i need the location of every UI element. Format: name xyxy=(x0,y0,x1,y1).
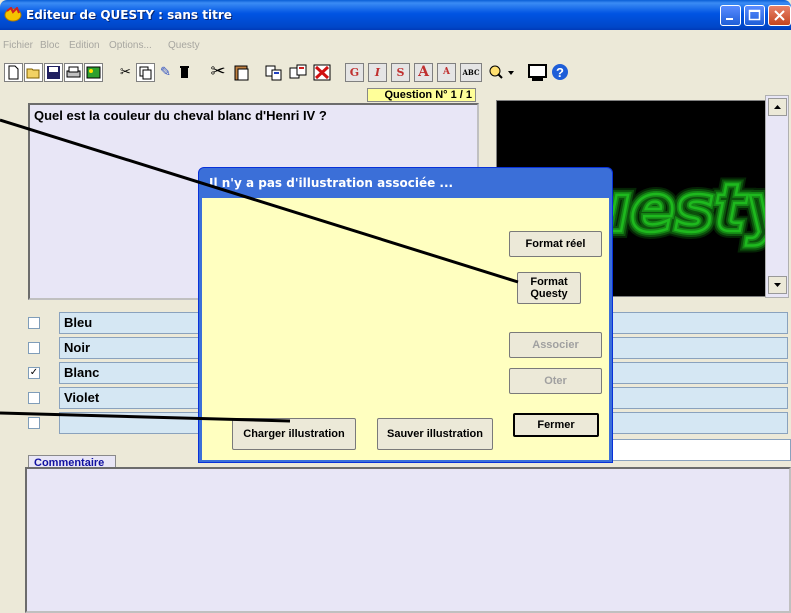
edit-button[interactable]: ✎ xyxy=(156,63,175,82)
minimize-button[interactable] xyxy=(720,5,741,26)
delete-button[interactable] xyxy=(176,63,195,82)
open-folder-icon xyxy=(26,68,40,79)
clipboard-icon xyxy=(234,65,249,81)
svg-text:?: ? xyxy=(556,65,564,80)
magnifier-icon xyxy=(489,65,514,79)
spellcheck-button[interactable]: ABC xyxy=(460,63,482,82)
open-button[interactable] xyxy=(24,63,43,82)
answer-field-extra[interactable] xyxy=(612,439,791,461)
menu-bar: Fichier Bloc Edition Options... Questy xyxy=(0,30,791,56)
new-button[interactable] xyxy=(4,63,23,82)
question-text: Quel est la couleur du cheval blanc d'He… xyxy=(34,108,327,123)
monitor-icon xyxy=(528,64,547,81)
close-button[interactable] xyxy=(768,5,791,26)
illustration-scrollbar[interactable] xyxy=(765,95,789,298)
copy-bloc-button[interactable] xyxy=(264,63,286,82)
trash-icon xyxy=(180,66,189,78)
cut-small-button[interactable]: ✂ xyxy=(116,63,135,82)
remove-bloc-button[interactable] xyxy=(312,63,334,82)
underline-button[interactable]: S xyxy=(391,63,410,82)
paste-button[interactable] xyxy=(232,63,254,82)
scroll-down-button[interactable] xyxy=(768,276,787,294)
red-x-icon xyxy=(313,64,331,81)
checkmark-icon: ✓ xyxy=(29,367,39,378)
maximize-icon xyxy=(748,9,761,21)
copy-pages-icon xyxy=(265,65,282,81)
italic-button[interactable]: I xyxy=(368,63,387,82)
dialog-body: Format réel Format Questy Associer Oter … xyxy=(202,198,609,460)
toolbar: ✂ ✎ ✂ G I S A A ABC ? xyxy=(0,56,791,88)
search-button[interactable] xyxy=(486,63,516,82)
questy-app-icon xyxy=(4,7,22,22)
paste-bloc-button[interactable] xyxy=(288,63,310,82)
close-icon xyxy=(774,10,785,21)
sauver-illustration-button[interactable]: Sauver illustration xyxy=(377,418,493,450)
printer-icon xyxy=(66,66,81,78)
cut-button[interactable]: ✂ xyxy=(206,61,230,82)
copy-icon xyxy=(139,66,152,80)
print-button[interactable] xyxy=(64,63,83,82)
charger-illustration-button[interactable]: Charger illustration xyxy=(232,418,356,450)
fermer-button[interactable]: Fermer xyxy=(513,413,599,437)
answer-checkbox[interactable] xyxy=(28,392,40,404)
comment-area[interactable] xyxy=(25,467,791,613)
format-questy-button[interactable]: Format Questy xyxy=(517,272,581,304)
illustration-dialog: Il n'y a pas d'illustration associée ...… xyxy=(198,167,613,463)
associer-button[interactable]: Associer xyxy=(509,332,602,358)
menu-bloc[interactable]: Bloc xyxy=(40,40,59,51)
picture-icon xyxy=(86,66,101,79)
font-larger-button[interactable]: A xyxy=(414,63,433,82)
answer-checkbox[interactable] xyxy=(28,417,40,429)
help-icon: ? xyxy=(552,64,568,80)
window-title: Editeur de QUESTY : sans titre xyxy=(26,8,232,22)
format-reel-button[interactable]: Format réel xyxy=(509,231,602,257)
dialog-title: Il n'y a pas d'illustration associée ... xyxy=(209,176,454,190)
answer-checkbox[interactable] xyxy=(28,342,40,354)
font-smaller-button[interactable]: A xyxy=(437,63,456,82)
arrow-up-icon xyxy=(774,105,781,109)
image-button[interactable] xyxy=(84,63,103,82)
arrow-down-icon xyxy=(774,283,781,287)
menu-questy[interactable]: Questy xyxy=(168,40,200,51)
menu-options[interactable]: Options... xyxy=(109,40,152,51)
scroll-up-button[interactable] xyxy=(768,98,787,116)
menu-edition[interactable]: Edition xyxy=(69,40,100,51)
bold-button[interactable]: G xyxy=(345,63,364,82)
minimize-icon xyxy=(726,18,733,20)
paste-pages-icon xyxy=(289,64,307,79)
copy-small-button[interactable] xyxy=(136,63,155,82)
oter-button[interactable]: Oter xyxy=(509,368,602,394)
scissors-icon: ✂ xyxy=(120,64,131,79)
help-button[interactable]: ? xyxy=(550,63,572,82)
question-number-label: Question N° 1 / 1 xyxy=(367,88,476,102)
title-bar: Editeur de QUESTY : sans titre xyxy=(0,0,791,30)
floppy-icon xyxy=(47,66,60,79)
save-button[interactable] xyxy=(44,63,63,82)
answer-checkbox[interactable] xyxy=(28,317,40,329)
answer-checkbox[interactable]: ✓ xyxy=(28,367,40,379)
scissors-large-icon: ✂ xyxy=(210,61,226,81)
maximize-button[interactable] xyxy=(744,5,765,26)
new-document-icon xyxy=(8,65,19,80)
menu-fichier[interactable]: Fichier xyxy=(3,40,33,51)
preview-button[interactable] xyxy=(527,63,549,82)
pencil-icon: ✎ xyxy=(160,64,171,79)
